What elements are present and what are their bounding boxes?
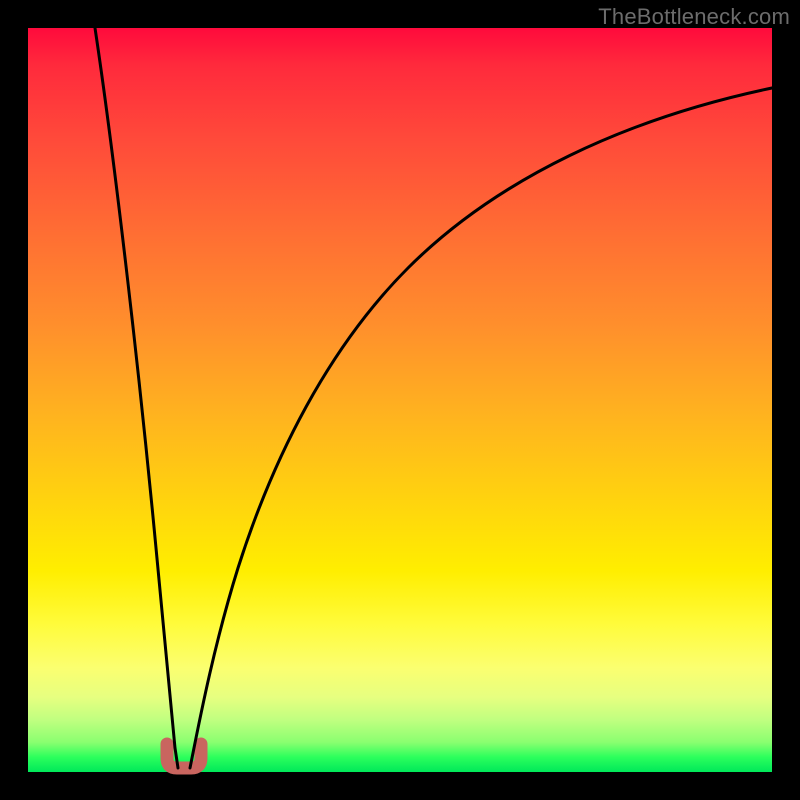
curve-layer xyxy=(28,28,772,772)
curve-right-branch xyxy=(190,88,772,768)
watermark-text: TheBottleneck.com xyxy=(598,4,790,30)
u-marker xyxy=(167,744,201,768)
chart-frame: TheBottleneck.com xyxy=(0,0,800,800)
curve-left-branch xyxy=(95,28,178,768)
